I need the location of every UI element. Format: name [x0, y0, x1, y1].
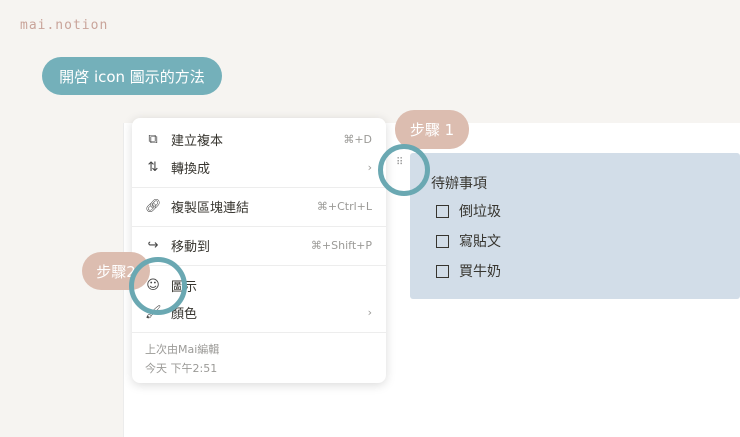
todo-label: 寫貼文: [459, 234, 501, 250]
last-edited-by: 上次由Mai編輯: [145, 343, 220, 356]
step-1-highlight-circle: [378, 144, 430, 196]
divider: [132, 226, 386, 227]
last-edited-time: 今天 下午2:51: [145, 362, 218, 375]
menu-item-turn-into[interactable]: ⇅ 轉換成 ›: [132, 154, 386, 180]
todo-block[interactable]: 待辦事項 倒垃圾 寫貼文 買牛奶: [410, 153, 740, 299]
checkbox[interactable]: [436, 204, 449, 218]
menu-label: 建立複本: [171, 133, 224, 149]
menu-shortcut: ⌘+D: [343, 132, 372, 146]
move-to-icon: ↪: [147, 237, 159, 253]
menu-shortcut: ⌘+Ctrl+L: [316, 199, 372, 213]
chevron-right-icon: ›: [367, 160, 372, 174]
checkbox[interactable]: [436, 264, 449, 278]
menu-item-move-to[interactable]: ↪ 移動到 ⌘+Shift+P: [132, 232, 386, 258]
block-context-menu: ⧉ 建立複本 ⌘+D ⇅ 轉換成 › 🔗︎ 複製區塊連結 ⌘+Ctrl+L ↪ 移動到 ⌘+Sh…: [132, 118, 386, 383]
todo-label: 倒垃圾: [459, 204, 501, 220]
todo-label: 買牛奶: [459, 264, 501, 280]
step-2-highlight-circle: [129, 257, 187, 315]
block-heading: 待辦事項: [431, 176, 487, 192]
divider: [132, 332, 386, 333]
todo-item[interactable]: 寫貼文: [436, 231, 501, 251]
turn-into-icon: ⇅: [147, 159, 159, 175]
checkbox[interactable]: [436, 234, 449, 248]
title-pill: 開啓 icon 圖示的方法: [42, 57, 222, 95]
duplicate-icon: ⧉: [148, 131, 158, 147]
menu-item-copy-link[interactable]: 🔗︎ 複製區塊連結 ⌘+Ctrl+L: [132, 193, 386, 219]
logo: mai.notion: [20, 18, 109, 33]
todo-item[interactable]: 倒垃圾: [436, 201, 501, 221]
menu-item-duplicate[interactable]: ⧉ 建立複本 ⌘+D: [132, 126, 386, 152]
menu-label: 轉換成: [171, 161, 211, 177]
menu-shortcut: ⌘+Shift+P: [310, 238, 372, 252]
divider: [132, 187, 386, 188]
link-icon: 🔗︎: [145, 198, 162, 214]
chevron-right-icon: ›: [367, 305, 372, 319]
menu-label: 移動到: [171, 239, 211, 255]
todo-item[interactable]: 買牛奶: [436, 261, 501, 281]
menu-label: 複製區塊連結: [171, 200, 250, 216]
